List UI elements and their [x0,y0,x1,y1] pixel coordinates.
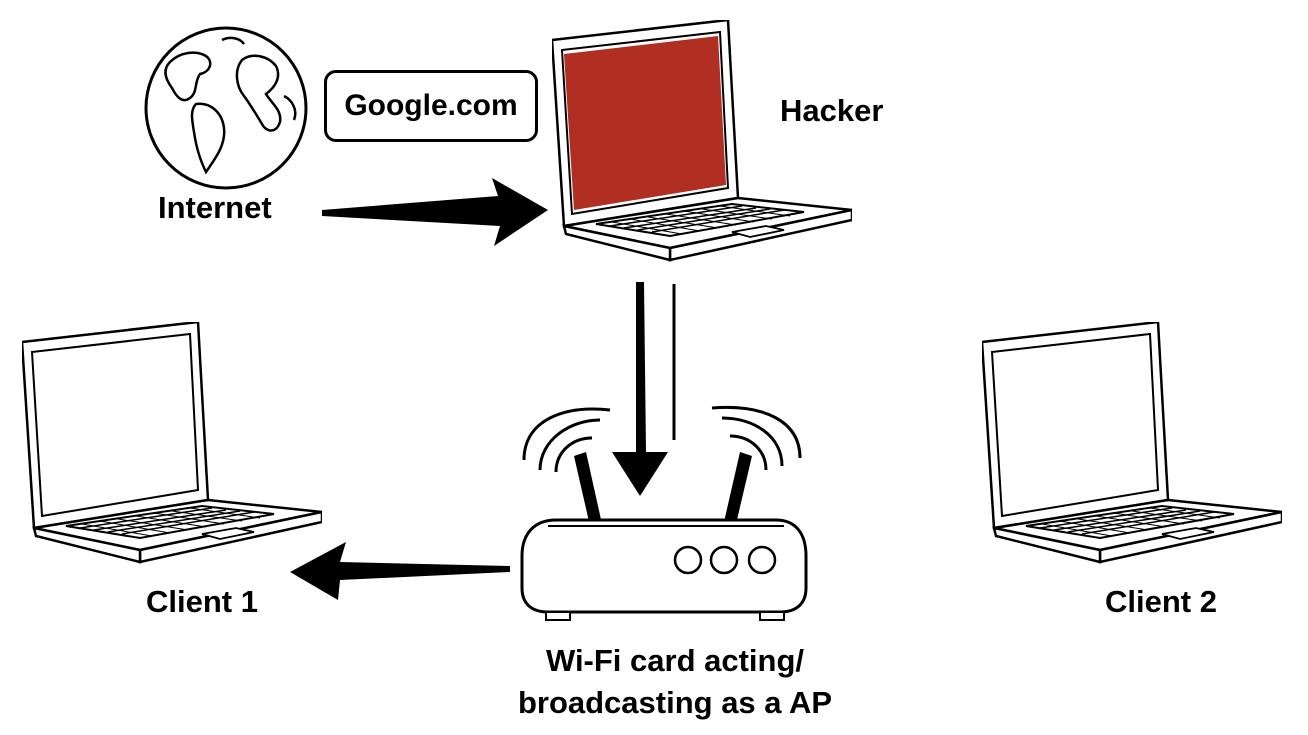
network-diagram: Google.com Internet Hacker Client 1 Clie… [0,0,1308,735]
client1-laptop-icon [22,322,322,564]
diagram-canvas [22,20,1282,621]
hacker-laptop-icon [552,20,852,262]
hacker-label: Hacker [780,93,884,128]
access-point-label-line1: Wi-Fi card acting/ [545,643,805,678]
client1-label: Client 1 [146,584,258,619]
internet-label: Internet [158,190,272,225]
globe-icon [144,26,308,190]
google-domain-box: Google.com [324,70,538,142]
router-icon [520,405,808,621]
google-label: Google.com [344,89,518,122]
client2-label: Client 2 [1105,584,1217,619]
access-point-label: Wi-Fi card acting/ broadcasting as a AP [440,640,910,724]
arrow-internet-to-hacker [322,178,548,246]
arrow-router-to-client1 [290,542,510,600]
arrow-hacker-to-router [612,282,676,496]
client2-laptop-icon [982,322,1282,564]
access-point-label-line2: broadcasting as a AP [517,685,833,720]
